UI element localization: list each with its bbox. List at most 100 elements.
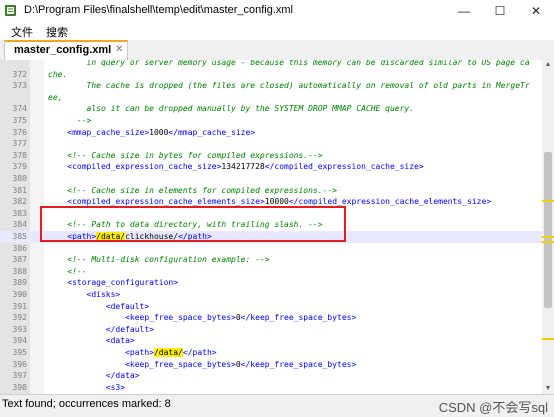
search-match: /data/ <box>153 348 183 357</box>
line-number: 375 <box>12 116 27 125</box>
code-line: 374 also it can be dropped manually by t… <box>0 103 542 115</box>
code-line: 396 <keep_free_space_bytes>0</keep_free_… <box>0 359 542 371</box>
scrollbar-thumb[interactable] <box>544 152 552 308</box>
notepad-app-icon <box>5 5 16 16</box>
line-number: 395 <box>12 348 27 357</box>
code-line: 392 <keep_free_space_bytes>0</keep_free_… <box>0 312 542 324</box>
code-token: 10000 <box>264 197 289 207</box>
maximize-button[interactable]: ☐ <box>482 0 518 22</box>
tab-master-config[interactable]: master_config.xml ✕ <box>4 40 128 60</box>
line-number: 374 <box>12 104 27 114</box>
xml-tag: </default> <box>105 324 154 334</box>
xml-tag: <mmap_cache_size> <box>67 127 150 137</box>
code-line: 390 <disks> <box>0 289 542 301</box>
xml-tag: <s3> <box>105 382 126 392</box>
xml-tag: <default> <box>105 301 150 311</box>
code-text: <keep_free_space_bytes>0</keep_free_spac… <box>48 359 356 371</box>
code-text: </default> <box>48 324 154 336</box>
code-line: 372 che. <box>0 69 542 81</box>
line-number: 398 <box>12 382 27 392</box>
xml-tag: <data> <box>105 336 135 346</box>
vertical-scrollbar[interactable]: ▲ ▼ <box>542 60 554 394</box>
scroll-down-icon[interactable]: ▼ <box>542 384 554 394</box>
line-number: 372 <box>12 69 27 79</box>
code-comment: The cache is dropped (the files are clos… <box>48 81 530 91</box>
code-line: 387 <!-- Multi-disk configuration exampl… <box>0 254 542 266</box>
code-comment: --> <box>48 116 92 125</box>
code-text: <mmap_cache_size>1000</mmap_cache_size> <box>48 127 255 139</box>
code-comment: <!-- <box>67 266 87 276</box>
line-number: 381 <box>12 185 27 195</box>
code-comment: <!-- Multi-disk configuration example: -… <box>67 255 270 265</box>
title-bar: D:\Program Files\finalshell\temp\edit\ma… <box>0 0 554 23</box>
code-line: 395 <path>/data/</path> <box>0 347 542 359</box>
line-number: 394 <box>12 336 27 346</box>
code-text: The cache is dropped (the files are clos… <box>48 80 530 92</box>
code-text: <data> <box>48 335 135 347</box>
code-text: <s3> <box>48 382 125 394</box>
code-line: 378 <!-- Cache size in bytes for compile… <box>0 150 542 162</box>
code-line: 398 <s3> <box>0 382 542 394</box>
code-text: che. <box>48 69 67 81</box>
line-number: 387 <box>12 255 27 265</box>
line-number: 384 <box>12 220 27 230</box>
code-token: 1000 <box>149 127 169 137</box>
tab-close-icon[interactable]: ✕ <box>115 44 123 55</box>
code-text: <default> <box>48 301 149 313</box>
code-comment: <!-- Cache size in elements for compiled… <box>67 185 337 195</box>
line-number: 386 <box>12 243 27 253</box>
xml-tag: </keep_free_space_bytes> <box>240 313 357 323</box>
window-title: D:\Program Files\finalshell\temp\edit\ma… <box>24 4 293 16</box>
menu-bar: 文件 搜索 <box>0 22 554 40</box>
code-text: <!-- Multi-disk configuration example: -… <box>48 254 270 266</box>
code-line: 394 <data> <box>0 335 542 347</box>
search-mark <box>542 338 554 340</box>
line-number: 377 <box>12 139 27 149</box>
xml-tag: <keep_free_space_bytes> <box>125 313 236 323</box>
menu-search[interactable]: 搜索 <box>46 24 68 40</box>
line-number: 390 <box>12 290 27 299</box>
line-number: 376 <box>12 127 27 137</box>
line-number: 393 <box>12 324 27 334</box>
code-comment: ee, <box>48 92 63 102</box>
minimize-button[interactable]: — <box>446 0 482 22</box>
code-line: 376 <mmap_cache_size>1000</mmap_cache_si… <box>0 127 542 139</box>
code-line: 373 The cache is dropped (the files are … <box>0 80 542 92</box>
xml-tag: <storage_configuration> <box>67 278 179 288</box>
code-comment: che. <box>48 69 68 79</box>
code-line: 375 --> <box>0 115 542 127</box>
scroll-up-icon[interactable]: ▲ <box>542 60 554 70</box>
code-text: <path>/data/</path> <box>48 347 217 359</box>
code-text: also it can be dropped manually by the S… <box>48 103 415 115</box>
watermark: CSDN @不会写sql <box>438 400 548 415</box>
tab-strip: master_config.xml ✕ <box>0 40 554 61</box>
line-number: 380 <box>12 174 27 183</box>
annotation-highlight-box <box>40 206 346 242</box>
close-window-button[interactable]: ✕ <box>518 0 554 22</box>
code-text: <!-- <box>48 266 87 278</box>
xml-tag: </compiled_expression_cache_elements_siz… <box>288 197 492 207</box>
code-comment: <!-- Cache size in bytes for compiled ex… <box>67 150 323 160</box>
code-line: ee, <box>0 92 542 104</box>
xml-tag: <path> <box>125 348 154 357</box>
line-number: 391 <box>12 301 27 311</box>
xml-tag: </compiled_expression_cache_size> <box>264 162 424 172</box>
code-text: <disks> <box>48 289 121 301</box>
code-line: 377 <box>0 138 542 150</box>
line-number: 392 <box>12 313 27 323</box>
menu-file[interactable]: 文件 <box>11 24 33 40</box>
xml-tag: <compiled_expression_cache_elements_size… <box>67 197 265 207</box>
line-number: 379 <box>12 162 27 172</box>
